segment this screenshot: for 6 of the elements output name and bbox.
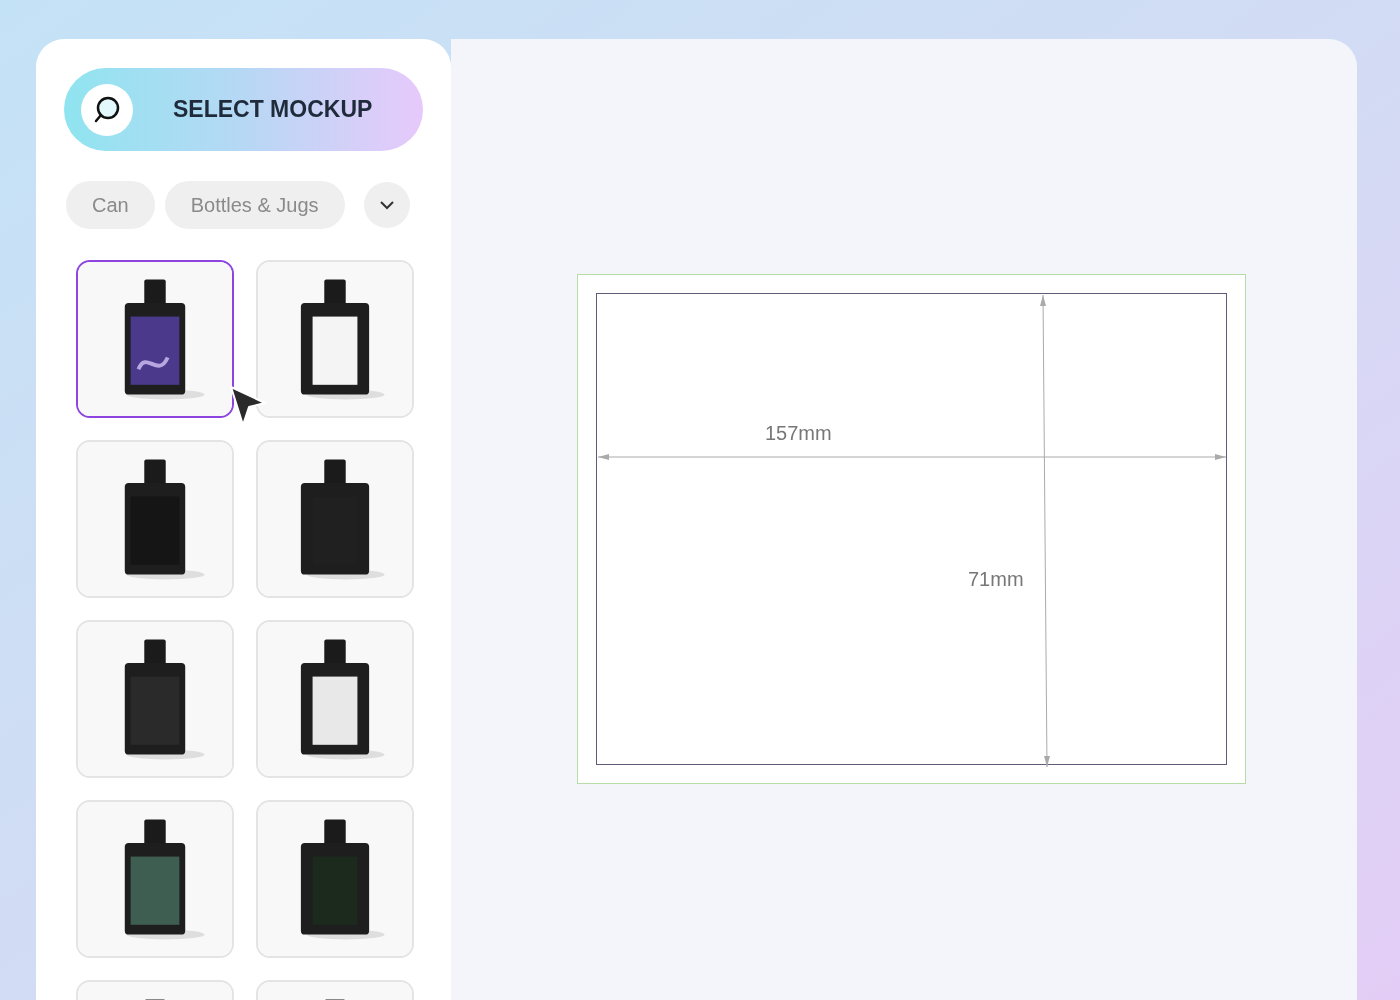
search-icon <box>81 83 133 136</box>
width-label: 157mm <box>765 421 832 446</box>
category-chip[interactable]: Can <box>66 181 155 229</box>
select-mockup-button[interactable]: SELECT MOCKUP <box>64 68 423 151</box>
height-label: 71mm <box>968 567 1024 592</box>
category-chip[interactable]: Bottles & Jugs <box>164 181 345 229</box>
